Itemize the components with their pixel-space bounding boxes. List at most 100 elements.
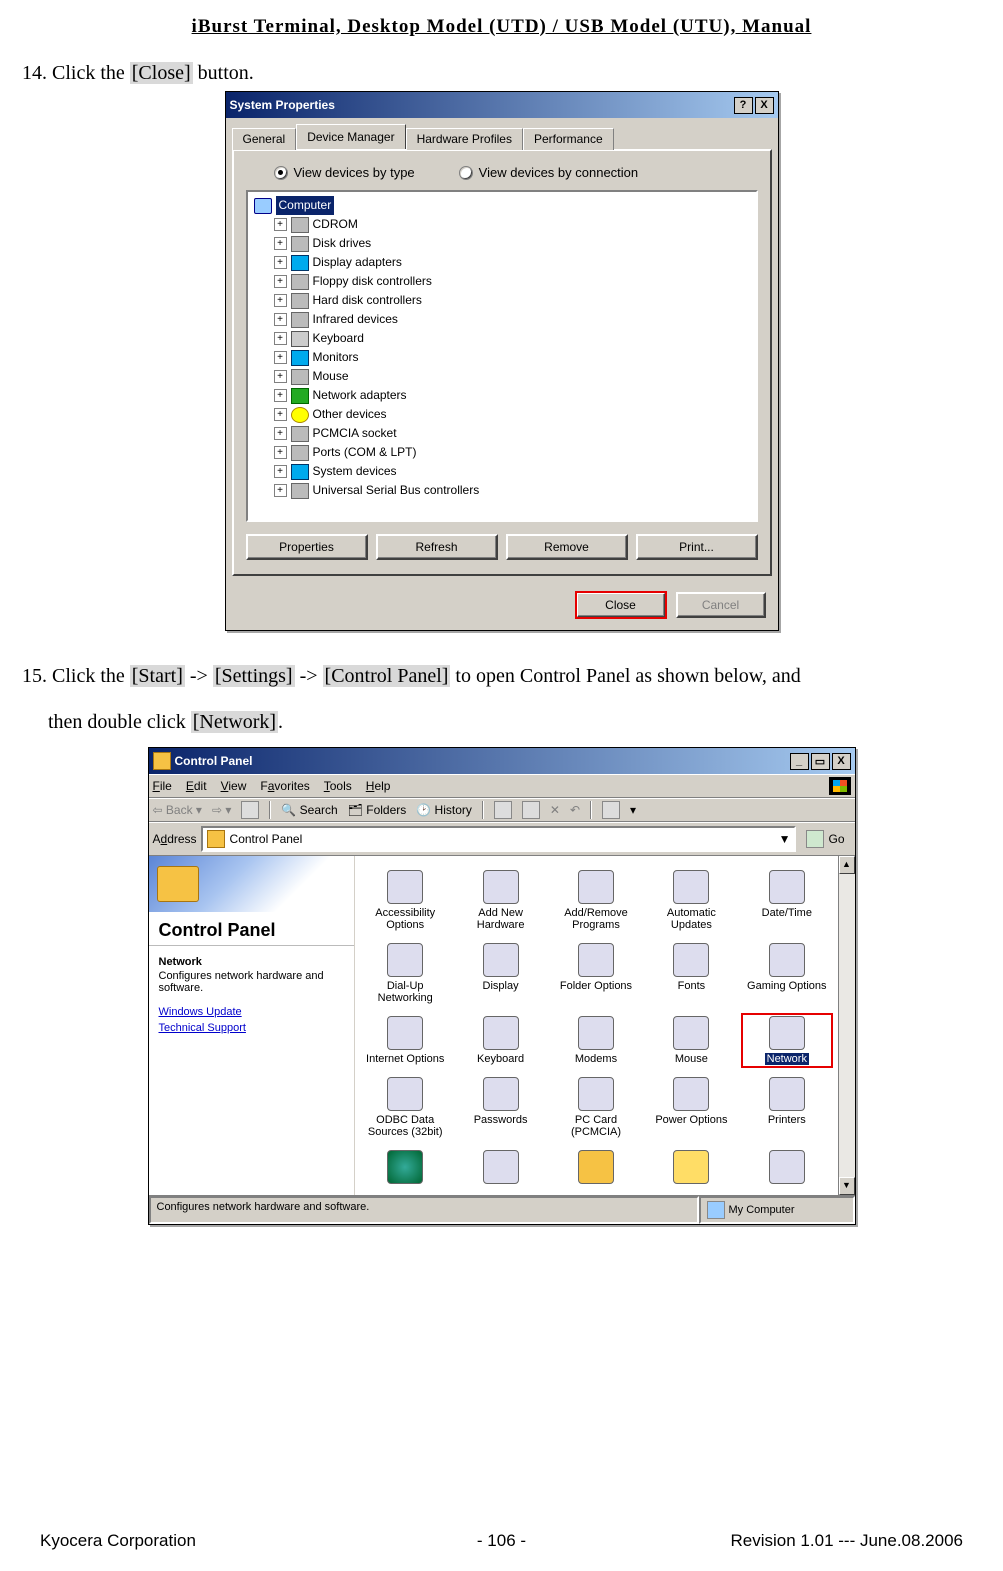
tree-item[interactable]: PCMCIA socket xyxy=(313,424,397,443)
list-item[interactable] xyxy=(742,1148,831,1189)
expand-icon[interactable]: + xyxy=(274,446,287,459)
chevron-down-icon[interactable]: ▼ xyxy=(779,832,791,846)
address-field[interactable]: Control Panel ▼ xyxy=(201,826,797,852)
list-item[interactable]: Add/Remove Programs xyxy=(551,868,640,933)
list-item[interactable]: Date/Time xyxy=(742,868,831,933)
expand-icon[interactable]: + xyxy=(274,275,287,288)
tree-item[interactable]: Network adapters xyxy=(313,386,407,405)
tree-item[interactable]: Universal Serial Bus controllers xyxy=(313,481,480,500)
history-button[interactable]: 🕑 History xyxy=(416,803,472,817)
list-item[interactable]: PC Card (PCMCIA) xyxy=(551,1075,640,1140)
list-item[interactable]: Gaming Options xyxy=(742,941,831,1006)
list-item[interactable]: Printers xyxy=(742,1075,831,1140)
list-item[interactable]: Network xyxy=(742,1014,831,1067)
item-label: Network xyxy=(765,1053,809,1065)
menu-edit[interactable]: Edit xyxy=(186,779,207,793)
views-chevron-icon[interactable]: ▾ xyxy=(630,803,636,817)
expand-icon[interactable]: + xyxy=(274,237,287,250)
list-item[interactable]: ODBC Data Sources (32bit) xyxy=(361,1075,450,1140)
menu-help[interactable]: Help xyxy=(366,779,391,793)
tree-item[interactable]: Disk drives xyxy=(313,234,372,253)
expand-icon[interactable]: + xyxy=(274,351,287,364)
tree-item[interactable]: Other devices xyxy=(313,405,387,424)
titlebar[interactable]: Control Panel _ ▭ X xyxy=(149,748,855,774)
list-item[interactable]: Internet Options xyxy=(361,1014,450,1067)
remove-button[interactable]: Remove xyxy=(506,534,628,560)
device-icon xyxy=(291,388,309,404)
list-item[interactable]: Add New Hardware xyxy=(456,868,545,933)
expand-icon[interactable]: + xyxy=(274,294,287,307)
list-item[interactable]: Mouse xyxy=(647,1014,736,1067)
list-item[interactable]: Fonts xyxy=(647,941,736,1006)
list-item[interactable]: Automatic Updates xyxy=(647,868,736,933)
search-button[interactable]: 🔍 Search xyxy=(281,803,337,817)
list-item[interactable] xyxy=(551,1148,640,1189)
list-item[interactable] xyxy=(647,1148,736,1189)
expand-icon[interactable]: + xyxy=(274,389,287,402)
minimize-button[interactable]: _ xyxy=(790,753,809,770)
radio-by-connection[interactable]: View devices by connection xyxy=(459,165,638,180)
expand-icon[interactable]: + xyxy=(274,313,287,326)
views-button[interactable] xyxy=(602,801,620,819)
list-item[interactable]: Accessibility Options xyxy=(361,868,450,933)
properties-button[interactable]: Properties xyxy=(246,534,368,560)
list-item[interactable] xyxy=(361,1148,450,1189)
help-button[interactable]: ? xyxy=(734,97,753,114)
expand-icon[interactable]: + xyxy=(274,370,287,383)
expand-icon[interactable]: + xyxy=(274,484,287,497)
expand-icon[interactable]: + xyxy=(274,427,287,440)
tree-item[interactable]: Floppy disk controllers xyxy=(313,272,432,291)
menu-favorites[interactable]: Favorites xyxy=(260,779,309,793)
tree-item[interactable]: Ports (COM & LPT) xyxy=(313,443,417,462)
list-item[interactable]: Modems xyxy=(551,1014,640,1067)
expand-icon[interactable]: + xyxy=(274,408,287,421)
link-windows-update[interactable]: Windows Update xyxy=(159,1006,344,1018)
close-x-button[interactable]: X xyxy=(755,97,774,114)
list-item[interactable]: Display xyxy=(456,941,545,1006)
hl-network: [Network] xyxy=(191,711,278,733)
go-button[interactable]: Go xyxy=(800,830,850,848)
expand-icon[interactable]: + xyxy=(274,332,287,345)
tree-item[interactable]: Infrared devices xyxy=(313,310,398,329)
close-x-button[interactable]: X xyxy=(832,753,851,770)
list-item[interactable]: Passwords xyxy=(456,1075,545,1140)
maximize-button[interactable]: ▭ xyxy=(811,753,830,770)
close-button[interactable]: Close xyxy=(576,592,666,618)
list-item[interactable] xyxy=(456,1148,545,1189)
tree-item[interactable]: Hard disk controllers xyxy=(313,291,422,310)
list-item[interactable]: Power Options xyxy=(647,1075,736,1140)
menu-file[interactable]: File xyxy=(153,779,172,793)
up-button[interactable] xyxy=(241,801,259,819)
titlebar[interactable]: System Properties ? X xyxy=(226,92,778,118)
expand-icon[interactable]: + xyxy=(274,218,287,231)
menu-view[interactable]: View xyxy=(221,779,247,793)
tab-performance[interactable]: Performance xyxy=(523,128,614,150)
link-technical-support[interactable]: Technical Support xyxy=(159,1022,344,1034)
radio-by-type[interactable]: View devices by type xyxy=(274,165,415,180)
tree-item[interactable]: Mouse xyxy=(313,367,349,386)
print-button[interactable]: Print... xyxy=(636,534,758,560)
t: to open Control Panel as shown below, an… xyxy=(450,665,800,687)
tab-hardware-profiles[interactable]: Hardware Profiles xyxy=(406,128,523,150)
item-label: Accessibility Options xyxy=(363,907,448,931)
tree-root[interactable]: Computer xyxy=(276,196,335,215)
folders-button[interactable]: 🗂 Folders xyxy=(348,803,407,817)
scroll-up-icon[interactable]: ▲ xyxy=(839,856,855,874)
list-item[interactable]: Folder Options xyxy=(551,941,640,1006)
tab-device-manager[interactable]: Device Manager xyxy=(296,124,405,149)
refresh-button[interactable]: Refresh xyxy=(376,534,498,560)
tree-item[interactable]: Keyboard xyxy=(313,329,364,348)
tree-item[interactable]: Display adapters xyxy=(313,253,402,272)
tab-general[interactable]: General xyxy=(232,128,297,150)
list-item[interactable]: Dial-Up Networking xyxy=(361,941,450,1006)
list-item[interactable]: Keyboard xyxy=(456,1014,545,1067)
tree-item[interactable]: System devices xyxy=(313,462,397,481)
tree-item[interactable]: Monitors xyxy=(313,348,359,367)
vertical-scrollbar[interactable]: ▲ ▼ xyxy=(838,856,855,1195)
scroll-down-icon[interactable]: ▼ xyxy=(839,1177,855,1195)
menu-tools[interactable]: Tools xyxy=(324,779,352,793)
device-tree[interactable]: Computer + CDROM + Disk drives + Display ad… xyxy=(246,190,758,522)
tree-item[interactable]: CDROM xyxy=(313,215,358,234)
expand-icon[interactable]: + xyxy=(274,256,287,269)
expand-icon[interactable]: + xyxy=(274,465,287,478)
